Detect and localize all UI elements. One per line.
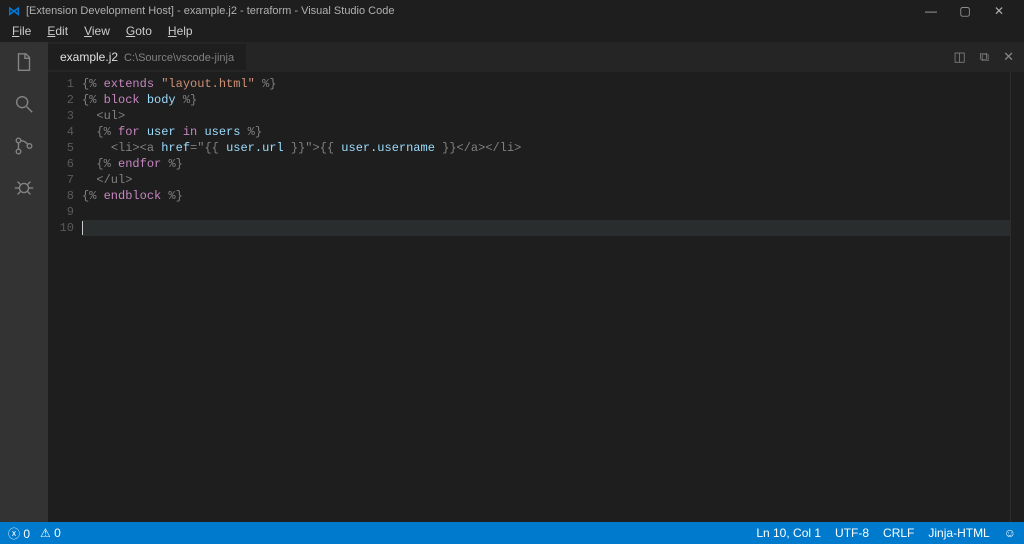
debug-icon[interactable] (12, 176, 36, 200)
code-line (82, 220, 1010, 236)
window-title: [Extension Development Host] - example.j… (26, 5, 914, 17)
menu-goto[interactable]: Goto (118, 22, 160, 42)
minimize-button[interactable]: — (914, 4, 948, 18)
code-line: {% endfor %} (82, 156, 1010, 172)
menu-view[interactable]: View (76, 22, 118, 42)
status-bar: ⓧ 0 ⚠ 0 Ln 10, Col 1 UTF-8 CRLF Jinja-HT… (0, 522, 1024, 544)
code-line (82, 204, 1010, 220)
status-warnings[interactable]: ⚠ 0 (40, 526, 61, 540)
text-cursor (82, 221, 83, 235)
status-eol[interactable]: CRLF (883, 526, 914, 540)
search-icon[interactable] (12, 92, 36, 116)
split-editor-icon[interactable]: ◫ (954, 49, 966, 65)
line-gutter: 1 2 3 4 5 6 7 8 9 10 (48, 72, 82, 522)
tab-path: C:\Source\vscode-jinja (124, 52, 234, 64)
more-actions-icon[interactable]: ✕ (1003, 49, 1014, 65)
title-bar: ⋈ [Extension Development Host] - example… (0, 0, 1024, 22)
status-position[interactable]: Ln 10, Col 1 (756, 526, 821, 540)
code-line: {% endblock %} (82, 188, 1010, 204)
code-line: <li><a href="{{ user.url }}">{{ user.use… (82, 140, 1010, 156)
tab-filename: example.j2 (60, 50, 118, 64)
code-line: {% block body %} (82, 92, 1010, 108)
status-encoding[interactable]: UTF-8 (835, 526, 869, 540)
menu-help[interactable]: Help (160, 22, 201, 42)
feedback-icon[interactable]: ☺ (1004, 526, 1016, 540)
code-line: <ul> (82, 108, 1010, 124)
status-language[interactable]: Jinja-HTML (928, 526, 989, 540)
menu-file[interactable]: File (4, 22, 39, 42)
editor-area[interactable]: 1 2 3 4 5 6 7 8 9 10 {% extends "layout.… (48, 72, 1024, 522)
minimap[interactable] (1010, 72, 1024, 522)
code-line: </ul> (82, 172, 1010, 188)
code-line: {% for user in users %} (82, 124, 1010, 140)
menu-bar: File Edit View Goto Help (0, 22, 1024, 42)
code-content[interactable]: {% extends "layout.html" %} {% block bod… (82, 72, 1010, 522)
activity-bar (0, 42, 48, 522)
tab-actions: ◫ ⧉ ✕ (954, 49, 1024, 65)
explorer-icon[interactable] (12, 50, 36, 74)
editor-group: example.j2 C:\Source\vscode-jinja ◫ ⧉ ✕ … (48, 42, 1024, 522)
maximize-button[interactable]: ▢ (948, 4, 982, 18)
menu-edit[interactable]: Edit (39, 22, 76, 42)
code-line: {% extends "layout.html" %} (82, 76, 1010, 92)
status-errors[interactable]: ⓧ 0 (8, 525, 30, 542)
vscode-logo-icon: ⋈ (8, 4, 20, 18)
tab-bar: example.j2 C:\Source\vscode-jinja ◫ ⧉ ✕ (48, 42, 1024, 72)
source-control-icon[interactable] (12, 134, 36, 158)
tab-example-j2[interactable]: example.j2 C:\Source\vscode-jinja (48, 44, 246, 70)
close-button[interactable]: ✕ (982, 4, 1016, 18)
show-opened-icon[interactable]: ⧉ (980, 49, 989, 65)
